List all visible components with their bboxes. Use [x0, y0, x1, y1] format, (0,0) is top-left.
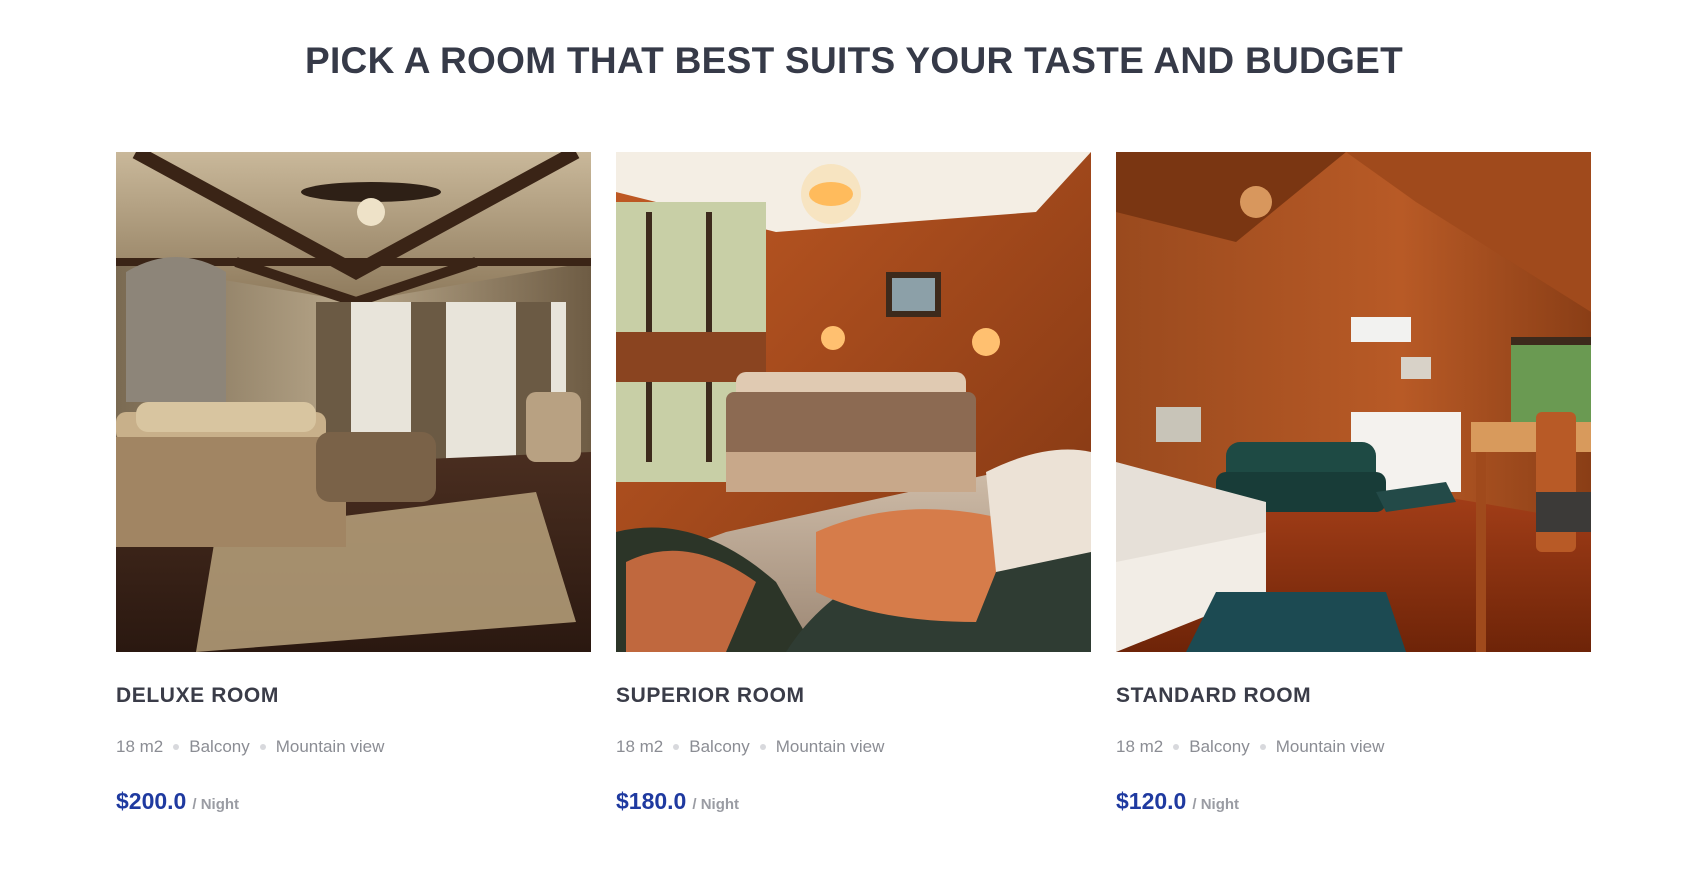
feature-view: Mountain view — [1275, 737, 1385, 756]
separator-dot — [173, 744, 180, 750]
price-row: $180.0 / Night — [616, 788, 1091, 815]
room-features: 18 m2 Balcony Mountain view — [116, 736, 591, 758]
feature-balcony: Balcony — [189, 737, 250, 756]
separator-dot — [259, 744, 266, 750]
room-name[interactable]: DELUXE ROOM — [116, 684, 591, 712]
room-name[interactable]: STANDARD ROOM — [1116, 684, 1591, 712]
room-features: 18 m2 Balcony Mountain view — [1116, 736, 1591, 758]
feature-size: 18 m2 — [616, 737, 664, 756]
bedroom-photo-icon — [116, 152, 591, 652]
room-price: $180.0 — [616, 788, 687, 814]
room-card-superior[interactable]: SUPERIOR ROOM 18 m2 Balcony Mountain vie… — [616, 152, 1091, 815]
feature-balcony: Balcony — [1189, 737, 1250, 756]
room-photo-standard[interactable] — [1116, 152, 1591, 652]
room-photo-superior[interactable] — [616, 152, 1091, 652]
separator-dot — [1173, 744, 1180, 750]
price-row: $200.0 / Night — [116, 788, 591, 815]
rooms-page: PICK A ROOM THAT BEST SUITS YOUR TASTE A… — [0, 0, 1708, 887]
room-card-deluxe[interactable]: DELUXE ROOM 18 m2 Balcony Mountain view … — [116, 152, 591, 815]
separator-dot — [673, 744, 680, 750]
price-row: $120.0 / Night — [1116, 788, 1591, 815]
price-unit: / Night — [1192, 796, 1240, 813]
bedroom-photo-icon — [1116, 152, 1591, 652]
room-photo-deluxe[interactable] — [116, 152, 591, 652]
price-unit: / Night — [192, 796, 240, 813]
bedroom-photo-icon — [616, 152, 1091, 652]
feature-size: 18 m2 — [1116, 737, 1164, 756]
separator-dot — [1259, 744, 1266, 750]
room-name[interactable]: SUPERIOR ROOM — [616, 684, 1091, 712]
room-card-standard[interactable]: STANDARD ROOM 18 m2 Balcony Mountain vie… — [1116, 152, 1591, 815]
section-title: PICK A ROOM THAT BEST SUITS YOUR TASTE A… — [305, 40, 1403, 81]
separator-dot — [759, 744, 766, 750]
room-features: 18 m2 Balcony Mountain view — [616, 736, 1091, 758]
room-list: DELUXE ROOM 18 m2 Balcony Mountain view … — [116, 152, 1592, 815]
room-price: $120.0 — [1116, 788, 1187, 814]
feature-view: Mountain view — [275, 737, 385, 756]
feature-balcony: Balcony — [689, 737, 750, 756]
feature-size: 18 m2 — [116, 737, 164, 756]
price-unit: / Night — [692, 796, 740, 813]
room-price: $200.0 — [116, 788, 187, 814]
feature-view: Mountain view — [775, 737, 885, 756]
